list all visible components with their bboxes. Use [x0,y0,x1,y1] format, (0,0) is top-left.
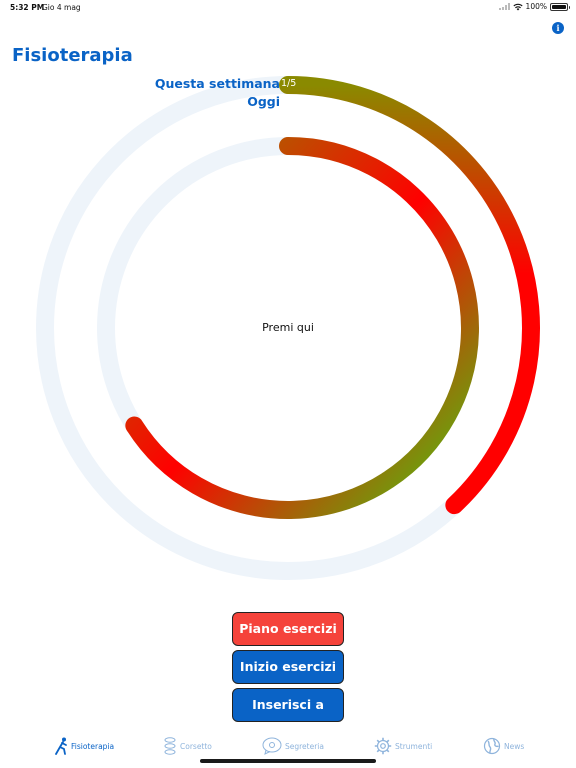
week-count: 1/5 [281,78,297,89]
tab-label: News [504,741,525,751]
center-text: Premi qui [262,321,314,334]
tab-label: Segreteria [285,741,324,751]
day-label: Oggi [247,94,280,109]
home-indicator [200,759,376,763]
tab-corsetto[interactable]: Corsetto [163,736,212,756]
start-exercises-button[interactable]: Inizio esercizi [232,650,344,684]
tab-label: Fisioterapia [71,741,115,751]
plan-exercises-button[interactable]: Piano esercizi [232,612,344,646]
center-tap-area[interactable]: Premi qui [228,310,348,346]
tab-label: Strumenti [395,741,433,751]
tab-strumenti[interactable]: Strumenti [374,736,432,756]
tab-fisioterapia[interactable]: Fisioterapia [54,736,114,756]
week-label: Questa settimana [154,76,280,91]
tab-news[interactable]: News [483,736,524,756]
chat-icon [262,737,282,755]
gear-icon [374,737,392,755]
tab-segreteria[interactable]: Segreteria [262,736,324,756]
runner-icon [55,737,67,755]
spine-icon [164,737,176,755]
globe-icon [483,737,501,755]
tab-label: Corsetto [180,741,212,751]
manual-entry-button[interactable]: Inserisci a mano [232,688,344,744]
